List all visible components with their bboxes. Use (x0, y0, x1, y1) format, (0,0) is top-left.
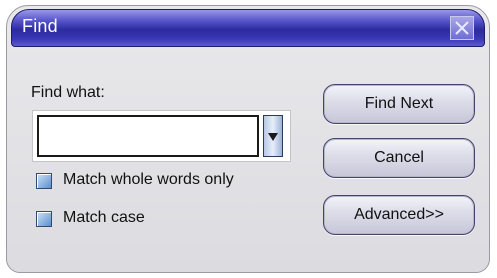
cancel-button[interactable]: Cancel (323, 138, 475, 178)
match-case-checkbox[interactable] (36, 211, 52, 227)
chevron-down-icon (268, 133, 278, 141)
dialog-title: Find (22, 16, 58, 36)
advanced-button[interactable]: Advanced>> (323, 195, 475, 235)
match-case-label: Match case (63, 209, 145, 226)
close-x-icon (455, 21, 469, 35)
find-what-combobox[interactable] (32, 110, 291, 162)
find-next-button[interactable]: Find Next (323, 84, 475, 124)
match-whole-words-checkbox[interactable] (36, 173, 52, 189)
find-dialog: Find Find what: Match whole words only M… (6, 5, 490, 273)
find-what-input[interactable] (37, 115, 259, 157)
match-whole-words-label: Match whole words only (63, 171, 234, 188)
dropdown-button[interactable] (263, 115, 283, 157)
find-what-label: Find what: (31, 84, 105, 101)
title-bar[interactable]: Find (11, 9, 485, 47)
close-button[interactable] (450, 16, 474, 40)
